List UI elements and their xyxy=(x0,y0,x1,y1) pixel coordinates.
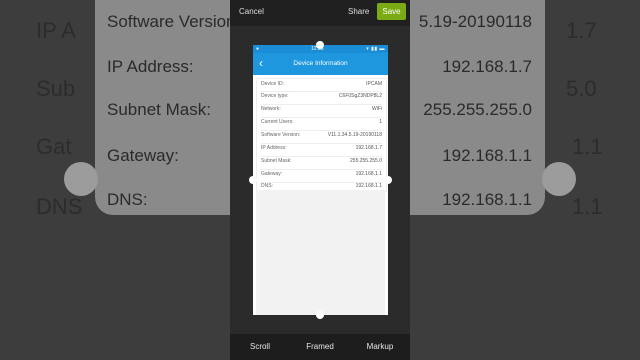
crop-handle-left[interactable] xyxy=(249,176,257,184)
divider xyxy=(261,130,382,131)
info-label: Gateway: xyxy=(261,171,283,177)
info-value: 192.168.1.1 xyxy=(355,183,382,189)
divider xyxy=(261,91,382,92)
divider xyxy=(261,156,382,157)
info-label: Subnet Mask: xyxy=(261,158,292,164)
info-row: Current Users: 1 xyxy=(261,119,382,129)
info-label: Current Users: xyxy=(261,119,294,125)
crop-handle-right[interactable] xyxy=(384,176,392,184)
info-label: Device ID: xyxy=(261,81,285,87)
bg-value: 192.168.1.1 xyxy=(442,146,532,165)
bg-label: Gateway: xyxy=(107,146,179,165)
divider xyxy=(261,104,382,105)
bg-label: IP Address: xyxy=(107,57,194,76)
empty-content-area xyxy=(256,190,385,315)
info-value: V11.1.34.5.19-20190118 xyxy=(327,132,382,138)
info-label: Software Version: xyxy=(261,132,301,138)
bg-handle-right xyxy=(542,162,576,196)
info-row: Software Version: V11.1.34.5.19-20190118 xyxy=(261,132,382,142)
markup-tab[interactable]: Markup xyxy=(350,334,410,360)
framed-tab[interactable]: Framed xyxy=(290,334,350,360)
crop-handle-bottom[interactable] xyxy=(316,311,324,319)
info-value: 1 xyxy=(379,119,382,125)
info-label: IP Address: xyxy=(261,145,287,151)
divider xyxy=(261,117,382,118)
editor-top-bar: Cancel Share Save xyxy=(230,0,410,26)
bg-label: Software Version: xyxy=(107,12,241,31)
info-row: Device type: C6F0SgZ3NDP8L2 xyxy=(261,93,382,103)
bg-edge-text: 1.1 xyxy=(572,194,603,219)
info-value: 255.255.255.0 xyxy=(350,158,382,164)
bg-edge-text: 1.7 xyxy=(566,18,597,43)
crop-handle-top[interactable] xyxy=(316,41,324,49)
bg-edge-text: Gat xyxy=(36,134,72,159)
editor-bottom-bar: Scroll Framed Markup xyxy=(230,334,410,360)
bg-label: DNS: xyxy=(107,190,148,209)
scroll-tab[interactable]: Scroll xyxy=(230,334,290,360)
info-row: Device ID: IPCAM xyxy=(261,81,382,91)
phone-screenshot-preview: ● 12:38 ▾ ▮▮ ▬ ‹ Device Information Devi… xyxy=(253,45,388,315)
info-row: IP Address: 192.168.1.7 xyxy=(261,145,382,155)
app-title: Device Information xyxy=(293,60,348,67)
cancel-button[interactable]: Cancel xyxy=(239,7,264,16)
info-label: DNS: xyxy=(261,183,273,189)
bg-value: 5.19-20190118 xyxy=(418,12,532,31)
bg-value: 255.255.255.0 xyxy=(423,100,532,119)
share-button[interactable]: Share xyxy=(348,7,369,16)
bg-edge-text: 5.0 xyxy=(566,76,597,101)
device-info-card: Device ID: IPCAM Device type: C6F0SgZ3ND… xyxy=(256,78,387,192)
info-value: IPCAM xyxy=(366,81,382,87)
bg-value: 192.168.1.1 xyxy=(442,190,532,209)
bg-label: Subnet Mask: xyxy=(107,100,211,119)
info-value: 192.168.1.1 xyxy=(355,171,382,177)
app-header: ‹ Device Information xyxy=(253,53,388,75)
bg-edge-text: IP A xyxy=(36,18,76,43)
notification-icon: ● xyxy=(256,46,260,52)
info-row: Subnet Mask: 255.255.255.0 xyxy=(261,158,382,168)
bg-edge-text: 1.1 xyxy=(572,134,603,159)
signal-wifi-battery-icon: ▾ ▮▮ ▬ xyxy=(366,46,385,52)
info-row: Network: WiFi xyxy=(261,106,382,116)
divider xyxy=(261,169,382,170)
bg-value: 192.168.1.7 xyxy=(442,57,532,76)
save-button[interactable]: Save xyxy=(377,3,406,20)
divider xyxy=(261,143,382,144)
bg-edge-text: DNS xyxy=(36,194,83,219)
info-value: 192.168.1.7 xyxy=(355,145,382,151)
bg-handle-left xyxy=(64,162,98,196)
info-label: Network: xyxy=(261,106,281,112)
info-value: C6F0SgZ3NDP8L2 xyxy=(338,93,382,99)
info-value: WiFi xyxy=(372,106,382,112)
bg-edge-text: Sub xyxy=(36,76,76,101)
info-label: Device type: xyxy=(261,93,289,99)
info-row: Gateway: 192.168.1.1 xyxy=(261,171,382,181)
